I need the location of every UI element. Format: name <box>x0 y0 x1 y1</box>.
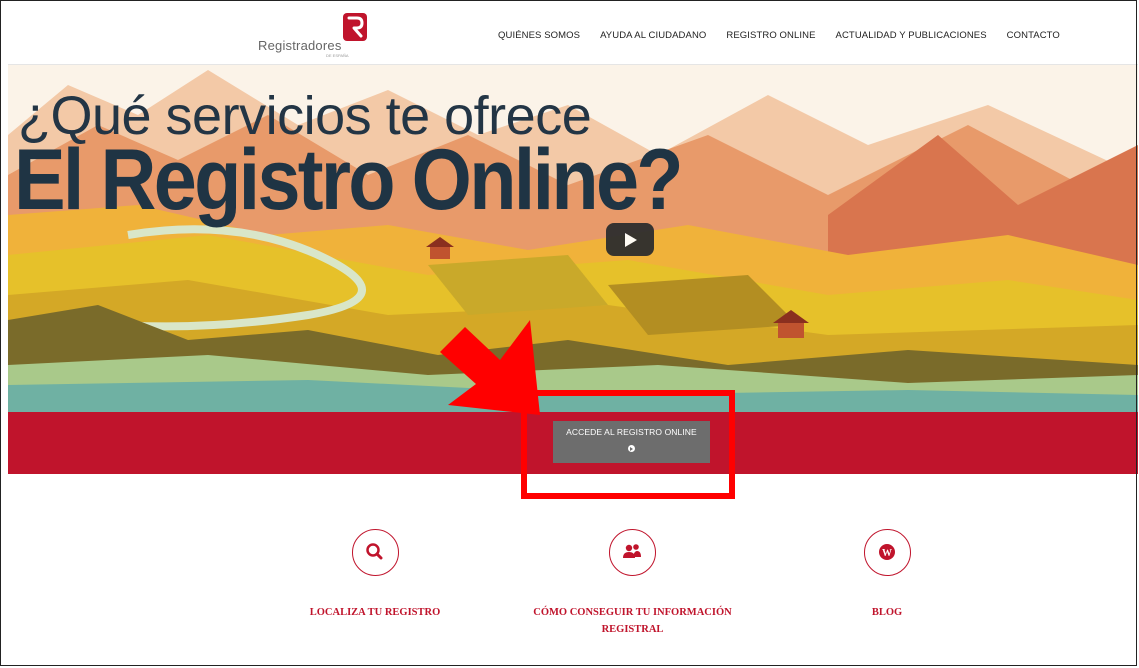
service-label: LOCALIZA TU REGISTRO <box>309 607 441 618</box>
hero-video[interactable]: ¿Qué servicios te ofrece El Registro Onl… <box>8 65 1138 412</box>
service-label: CÓMO CONSEGUIR TU INFORMACIÓN REGISTRAL <box>533 607 732 635</box>
wordpress-icon: W <box>863 529 911 576</box>
logo-wordmark: Registradores <box>258 38 342 53</box>
main-nav: QUIÉNES SOMOS AYUDA AL CIUDADANO REGISTR… <box>498 30 1060 41</box>
users-icon <box>609 529 656 576</box>
annotation-arrow-icon <box>440 320 540 415</box>
service-localiza-registro[interactable]: LOCALIZA TU REGISTRO <box>305 529 445 621</box>
search-icon <box>351 529 399 576</box>
service-label: BLOG <box>871 607 903 618</box>
hero-title-line2: El Registro Online? <box>14 132 684 228</box>
nav-registro-online[interactable]: REGISTRO ONLINE <box>726 30 815 41</box>
site-logo[interactable]: Registradores DE ESPAÑA <box>258 10 368 60</box>
nav-contacto[interactable]: CONTACTO <box>1007 30 1060 41</box>
annotation-highlight-box <box>521 390 735 499</box>
site-header: Registradores DE ESPAÑA QUIÉNES SOMOS AY… <box>8 4 1138 65</box>
nav-actualidad-publicaciones[interactable]: ACTUALIDAD Y PUBLICACIONES <box>836 30 987 41</box>
nav-ayuda-ciudadano[interactable]: AYUDA AL CIUDADANO <box>600 30 706 41</box>
service-informacion-registral[interactable]: CÓMO CONSEGUIR TU INFORMACIÓN REGISTRAL <box>520 529 745 638</box>
service-blog[interactable]: W BLOG <box>817 529 957 621</box>
logo-subtitle: DE ESPAÑA <box>326 53 349 58</box>
registradores-logo-icon <box>343 13 367 41</box>
play-icon <box>625 233 637 247</box>
nav-quienes-somos[interactable]: QUIÉNES SOMOS <box>498 30 580 41</box>
play-button[interactable] <box>606 223 654 256</box>
svg-text:W: W <box>882 548 892 559</box>
